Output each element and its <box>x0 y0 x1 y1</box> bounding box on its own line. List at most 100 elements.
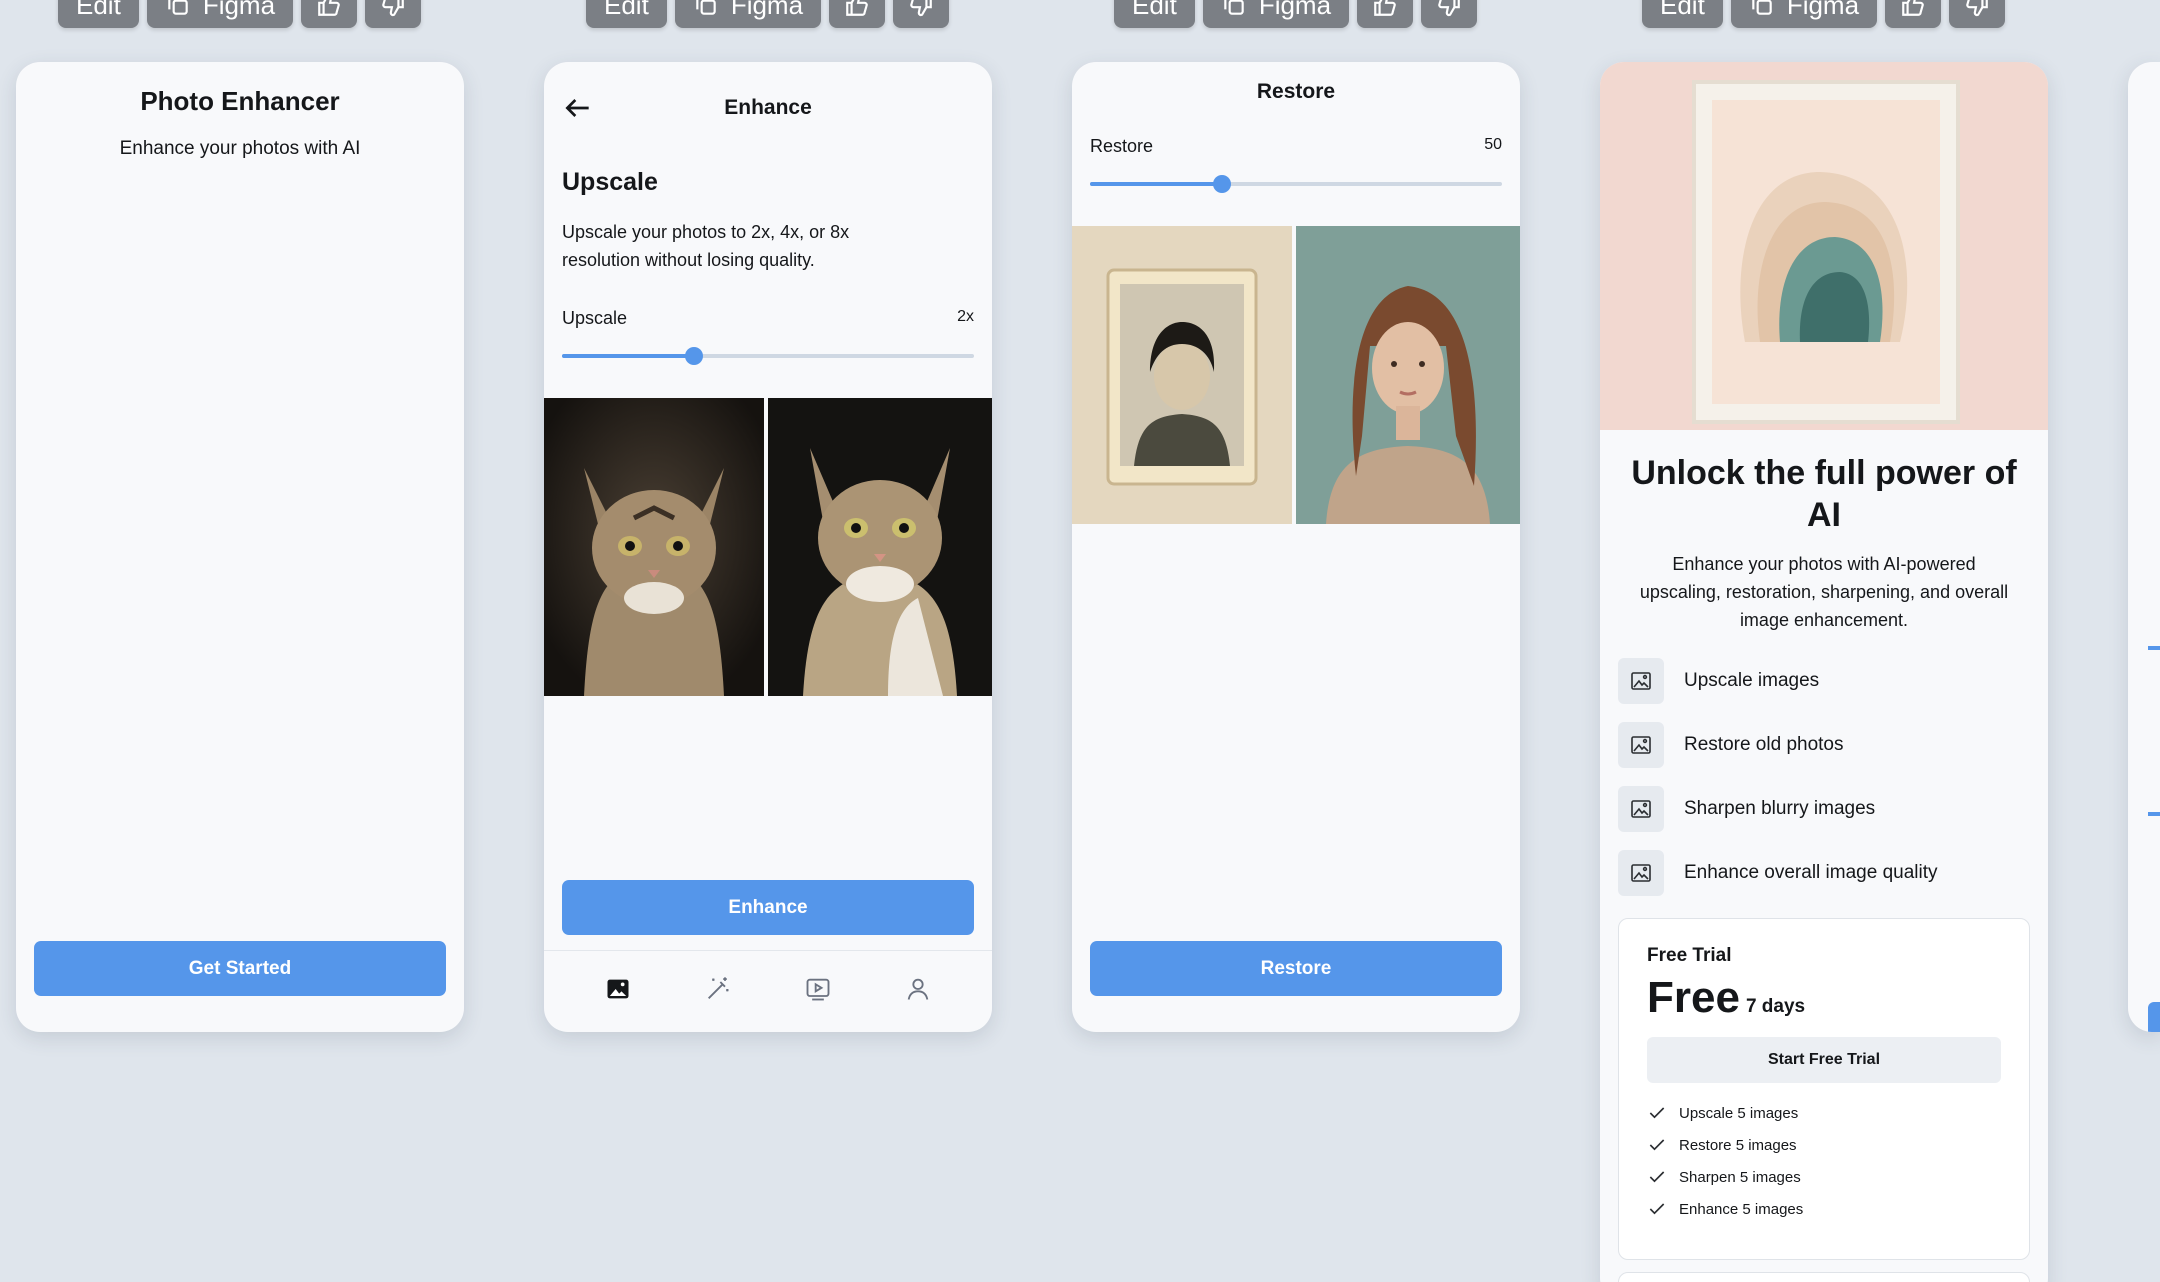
figma-button[interactable]: Figma <box>1202 0 1350 28</box>
thumbs-down-button[interactable] <box>1949 0 2006 28</box>
thumbs-down-icon <box>1966 0 1988 17</box>
figma-label: Figma <box>1258 0 1332 20</box>
enhance-screen: Enhance Upscale Upscale your photos to 2… <box>544 62 992 1032</box>
card-toolbar: Edit Figma <box>1642 0 2006 28</box>
nav-item-magic[interactable] <box>704 975 732 1008</box>
edit-button[interactable]: Edit <box>586 0 667 28</box>
video-icon <box>806 978 830 1001</box>
edit-button[interactable]: Edit <box>1114 0 1195 28</box>
next-plan-card <box>1618 1272 2030 1282</box>
thumbs-up-button[interactable] <box>1885 0 1942 28</box>
restore-button[interactable]: Restore <box>1090 941 1502 996</box>
slider-value: 50 <box>1484 136 1502 153</box>
edit-button[interactable]: Edit <box>1642 0 1723 28</box>
section-description: Upscale your photos to 2x, 4x, or 8x res… <box>562 222 850 270</box>
thumbs-up-icon <box>846 0 868 16</box>
thumbs-down-icon <box>1438 0 1460 17</box>
old-photo-before <box>1072 226 1292 524</box>
section-title: Upscale <box>562 168 658 196</box>
thumbs-up-button[interactable] <box>301 0 358 28</box>
figma-label: Figma <box>1786 0 1860 20</box>
thumbs-down-button[interactable] <box>1421 0 1478 28</box>
check-icon <box>1649 1171 1665 1183</box>
plan-item-label: Sharpen 5 images <box>1679 1168 1801 1186</box>
image-icon <box>1618 722 1664 768</box>
slider-label: Upscale <box>562 308 628 328</box>
slider-fill <box>562 354 694 358</box>
check-icon <box>1649 1107 1665 1119</box>
plan-item-label: Upscale 5 images <box>1679 1104 1799 1122</box>
nav-item-video[interactable] <box>804 975 832 1008</box>
feature-row: Upscale images <box>1618 658 2030 704</box>
figma-button[interactable]: Figma <box>146 0 294 28</box>
get-started-button[interactable]: Get Started <box>34 941 446 996</box>
edit-label: Edit <box>604 0 649 20</box>
thumbs-down-button[interactable] <box>365 0 422 28</box>
slider-thumb[interactable] <box>684 347 703 365</box>
hero-artwork <box>1600 62 2048 430</box>
cat-photo-before <box>544 398 764 696</box>
feature-label: Restore old photos <box>1684 734 1844 755</box>
slider-thumb[interactable] <box>1212 175 1231 193</box>
feature-row: Sharpen blurry images <box>1618 786 2030 832</box>
plan-period: 7 days <box>1745 996 1806 1017</box>
plan-price: Free <box>1647 973 1740 1022</box>
upscale-slider[interactable] <box>562 347 974 365</box>
feature-row: Enhance overall image quality <box>1618 850 2030 896</box>
edit-label: Edit <box>1660 0 1705 20</box>
bottom-nav <box>544 950 992 1032</box>
figma-button[interactable]: Figma <box>674 0 822 28</box>
plan-item: Sharpen 5 images <box>1647 1161 2001 1193</box>
app-title: Photo Enhancer <box>140 86 340 116</box>
card-toolbar: Edit Figma <box>1114 0 1478 28</box>
feature-row: Restore old photos <box>1618 722 2030 768</box>
plan-item-label: Restore 5 images <box>1679 1136 1797 1154</box>
slider-value: 2x <box>957 308 974 325</box>
check-icon <box>1649 1139 1665 1151</box>
screen-header: Restore <box>1256 80 1336 103</box>
edit-button[interactable]: Edit <box>58 0 139 28</box>
nav-item-image[interactable] <box>604 975 632 1008</box>
feature-label: Enhance overall image quality <box>1684 862 1938 883</box>
old-photo-after <box>1296 226 1520 524</box>
plan-item-label: Enhance 5 images <box>1679 1200 1804 1218</box>
slider-fill <box>2148 646 2160 650</box>
cat-photo-after <box>768 398 992 696</box>
start-free-trial-button[interactable]: Start Free Trial <box>1647 1037 2001 1083</box>
plan-card: Free Trial Free 7 days Start Free Trial … <box>1618 918 2030 1260</box>
paywall-description: Enhance your photos with AI-powered upsc… <box>1639 554 2009 630</box>
copy-icon <box>168 0 188 15</box>
magic-wand-icon <box>708 977 729 999</box>
nav-item-profile[interactable] <box>904 975 932 1008</box>
copy-icon <box>1752 0 1772 15</box>
slider-fill <box>1090 182 1222 186</box>
image-icon <box>607 979 629 999</box>
figma-label: Figma <box>730 0 804 20</box>
edit-label: Edit <box>76 0 121 20</box>
figma-label: Figma <box>202 0 276 20</box>
paywall-title: Unlock the full power of AI <box>1631 454 2017 534</box>
thumbs-up-button[interactable] <box>829 0 886 28</box>
thumbs-down-button[interactable] <box>893 0 950 28</box>
enhance-button[interactable]: Enhance <box>562 880 974 935</box>
image-icon <box>1618 658 1664 704</box>
copy-icon <box>1224 0 1244 15</box>
restore-slider[interactable] <box>1090 175 1502 193</box>
plan-item: Enhance 5 images <box>1647 1193 2001 1225</box>
thumbs-up-icon <box>318 0 340 16</box>
feature-label: Sharpen blurry images <box>1684 798 1876 819</box>
card-toolbar: Edit Figma <box>58 0 422 28</box>
slider-label: Restore <box>1090 136 1154 156</box>
thumbs-up-button[interactable] <box>1357 0 1414 28</box>
image-icon <box>1618 850 1664 896</box>
figma-button[interactable]: Figma <box>1730 0 1878 28</box>
primary-button[interactable] <box>2148 1002 2160 1032</box>
slider-header: Upscale 2x <box>562 308 974 329</box>
feature-label: Upscale images <box>1684 670 1820 691</box>
plan-price-row: Free 7 days <box>1647 973 2001 1023</box>
slider-fill <box>2148 812 2160 816</box>
thumbs-down-icon <box>382 0 404 17</box>
profile-icon <box>907 978 929 1000</box>
card-toolbar: Edit Figma <box>586 0 950 28</box>
plan-items: Upscale 5 images Restore 5 images Sharpe… <box>1647 1097 2001 1225</box>
